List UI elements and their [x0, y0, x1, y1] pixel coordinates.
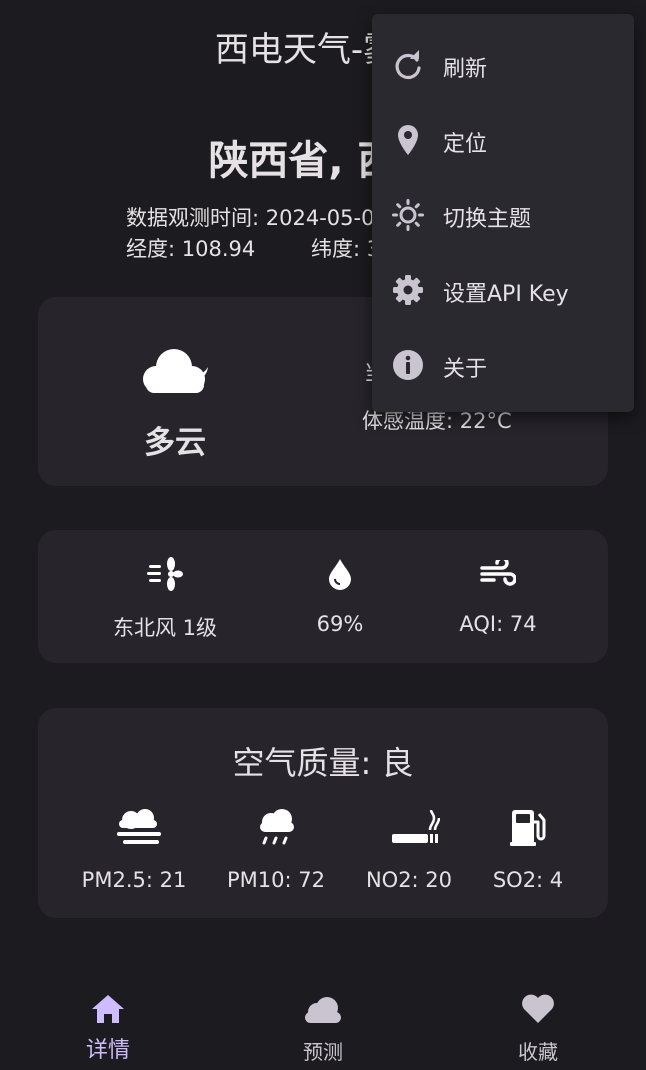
cloud-icon — [305, 997, 341, 1023]
gas-pump-icon — [510, 810, 546, 846]
overflow-menu: 刷新 定位 切换主题 设置API Key 关于 — [372, 14, 634, 412]
air-quality-card: 空气质量: 良 PM2.5: 21 PM10: 72 NO2: 20 SO2: … — [38, 708, 608, 918]
stats-card: 东北风 1级 69% AQI: 74 — [38, 530, 608, 663]
nav-item-details[interactable]: 详情 — [58, 980, 158, 1070]
menu-item-refresh[interactable]: 刷新 — [372, 28, 634, 102]
nav-label-forecast: 预测 — [303, 1040, 343, 1064]
heart-icon — [522, 994, 554, 1023]
menu-label-locate: 定位 — [443, 132, 488, 157]
pm25-label: PM2.5: 21 — [81, 868, 187, 892]
so2-label: SO2: 4 — [492, 868, 564, 892]
droplet-icon — [329, 559, 351, 590]
menu-item-locate[interactable]: 定位 — [372, 103, 634, 177]
wind-label: 东北风 1级 — [112, 616, 218, 640]
nav-item-favorites[interactable]: 收藏 — [488, 980, 588, 1070]
menu-label-about: 关于 — [443, 357, 488, 382]
observe-time: 数据观测时间: 2024-05-0 — [126, 206, 375, 230]
cloud-rain-icon — [260, 809, 294, 845]
refresh-icon — [395, 50, 421, 80]
location-pin-icon — [398, 125, 418, 155]
bottom-nav: 详情 预测 收藏 — [0, 980, 646, 1070]
smog-icon — [117, 809, 161, 844]
gear-icon — [393, 275, 423, 305]
latitude: 纬度: 3 — [311, 237, 381, 261]
smoking-icon — [392, 809, 440, 843]
nav-item-forecast[interactable]: 预测 — [273, 980, 373, 1070]
home-icon — [92, 995, 124, 1023]
weather-condition: 多云 — [144, 425, 206, 461]
menu-item-about[interactable]: 关于 — [372, 328, 634, 402]
humidity-label: 69% — [316, 612, 364, 636]
nav-label-details: 详情 — [85, 1038, 130, 1063]
menu-label-refresh: 刷新 — [443, 57, 488, 82]
wind-icon — [480, 560, 516, 586]
menu-item-api-key[interactable]: 设置API Key — [372, 253, 634, 327]
info-icon — [393, 350, 423, 380]
menu-label-api-key: 设置API Key — [443, 282, 569, 307]
menu-item-theme[interactable]: 切换主题 — [372, 178, 634, 252]
wind-fan-icon — [147, 557, 183, 591]
cloud-moon-icon — [143, 349, 208, 393]
menu-label-theme: 切换主题 — [443, 207, 532, 232]
air-quality-title: 空气质量: 良 — [232, 744, 414, 782]
pm10-label: PM10: 72 — [227, 868, 325, 892]
aqi-label: AQI: 74 — [459, 612, 537, 636]
nav-label-favorites: 收藏 — [518, 1040, 558, 1064]
no2-label: NO2: 20 — [365, 868, 453, 892]
longitude: 经度: 108.94 — [126, 237, 256, 261]
sun-icon — [392, 199, 424, 231]
